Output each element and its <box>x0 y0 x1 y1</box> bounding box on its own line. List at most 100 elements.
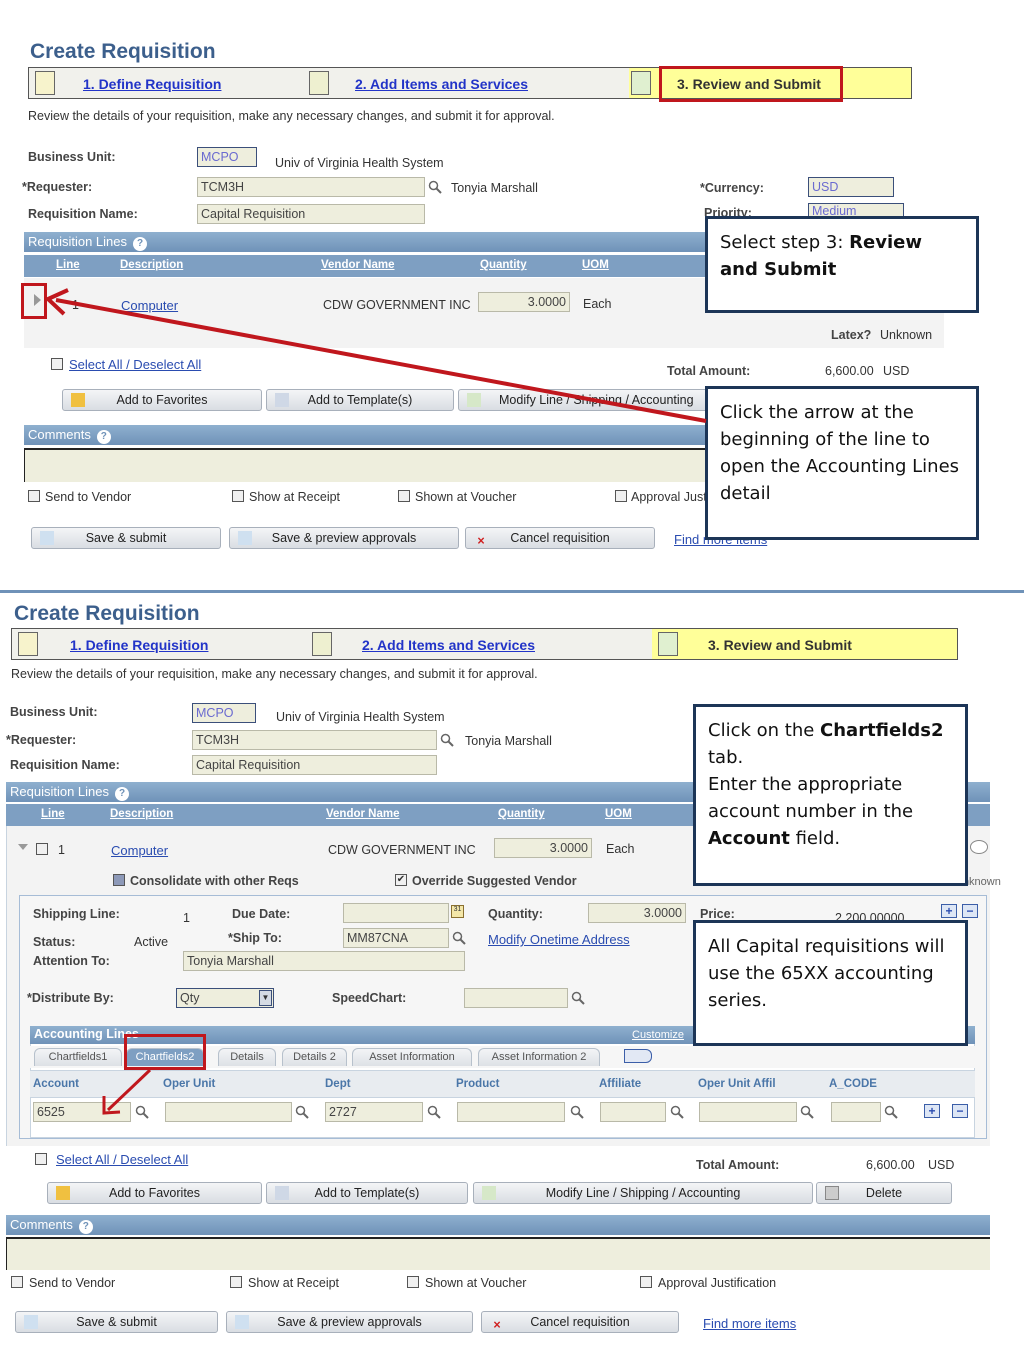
shipping-line-label: Shipping Line: <box>33 907 120 921</box>
tab-asset-information[interactable]: Asset Information <box>352 1048 472 1066</box>
due-date-field[interactable] <box>343 903 449 923</box>
modify-line-button[interactable]: Modify Line / Shipping / Accounting <box>473 1182 813 1204</box>
column-line[interactable]: Line <box>41 808 65 820</box>
customize-link[interactable]: Customize <box>632 1029 684 1041</box>
override-vendor-checkbox[interactable]: ✔ <box>395 874 407 886</box>
total-amount-label: Total Amount: <box>696 1158 780 1172</box>
add-shipping-line-button[interactable]: + <box>941 904 957 918</box>
select-all-checkbox[interactable] <box>35 1153 47 1165</box>
business-unit-description: Univ of Virginia Health System <box>276 710 445 724</box>
save-preview-button[interactable]: Save & preview approvals <box>226 1311 473 1333</box>
cancel-requisition-button[interactable]: × Cancel requisition <box>481 1311 679 1333</box>
select-all-link[interactable]: Select All / Deselect All <box>56 1152 188 1167</box>
calendar-icon[interactable]: 31 <box>451 905 464 918</box>
product-field[interactable] <box>457 1102 565 1122</box>
annotation-arrow <box>102 1068 152 1115</box>
search-icon[interactable] <box>884 1105 898 1119</box>
due-date-label: Due Date: <box>232 907 291 921</box>
approval-justification-label: Approval Justification <box>658 1276 777 1290</box>
ship-to-field[interactable]: MM87CNA <box>343 928 449 948</box>
comments-title: Comments <box>10 1217 73 1232</box>
column-a-code: A_CODE <box>829 1078 877 1090</box>
oper-unit-affil-field[interactable] <box>699 1102 797 1122</box>
step-review-submit[interactable]: 3. Review and Submit <box>708 637 852 653</box>
description-link[interactable]: Computer <box>111 843 168 858</box>
add-to-favorites-button[interactable]: Add to Favorites <box>47 1182 262 1204</box>
comments-header: Comments? <box>6 1215 990 1235</box>
search-icon[interactable] <box>800 1105 814 1119</box>
business-unit-label: Business Unit: <box>10 705 98 719</box>
column-dept: Dept <box>325 1078 351 1090</box>
remove-accounting-line-button[interactable]: − <box>952 1104 968 1118</box>
attention-to-field[interactable]: Tonyia Marshall <box>183 951 465 971</box>
search-icon[interactable] <box>440 733 454 747</box>
define-document-icon <box>18 632 38 656</box>
page-title: Create Requisition <box>14 602 200 625</box>
collapse-arrow-icon[interactable] <box>18 844 28 850</box>
business-unit-field[interactable]: MCPO <box>192 703 256 723</box>
add-to-template-button[interactable]: Add to Template(s) <box>266 1182 468 1204</box>
preview-approvals-icon <box>235 1315 249 1329</box>
search-icon[interactable] <box>570 1105 584 1119</box>
attention-to-label: Attention To: <box>33 954 110 968</box>
save-submit-button[interactable]: Save & submit <box>15 1311 218 1333</box>
requisition-name-field[interactable]: Capital Requisition <box>192 755 437 775</box>
search-icon[interactable] <box>670 1105 684 1119</box>
screen-divider <box>0 590 1024 593</box>
delete-button[interactable]: Delete <box>816 1182 952 1204</box>
send-to-vendor-label: Send to Vendor <box>29 1276 116 1290</box>
show-all-columns-icon[interactable] <box>624 1049 652 1063</box>
template-icon <box>275 1186 289 1200</box>
status-label: Status: <box>33 935 76 949</box>
add-accounting-line-button[interactable]: + <box>924 1104 940 1118</box>
step-add-items[interactable]: 2. Add Items and Services <box>362 637 535 653</box>
line-select-checkbox[interactable] <box>36 843 48 855</box>
shown-at-voucher-checkbox[interactable] <box>407 1276 419 1288</box>
affiliate-field[interactable] <box>600 1102 666 1122</box>
column-vendor-name[interactable]: Vendor Name <box>326 808 400 820</box>
uom-value: Each <box>606 842 635 856</box>
shipping-line-value: 1 <box>183 911 190 925</box>
modify-icon <box>482 1186 496 1200</box>
consolidate-checkbox[interactable] <box>113 874 125 886</box>
show-at-receipt-label: Show at Receipt <box>248 1276 340 1290</box>
search-icon[interactable] <box>571 991 585 1005</box>
requester-field[interactable]: TCM3H <box>192 730 437 750</box>
speedchart-label: SpeedChart: <box>332 991 407 1005</box>
a-code-field[interactable] <box>831 1102 881 1122</box>
find-more-items-link[interactable]: Find more items <box>703 1316 796 1331</box>
search-icon[interactable] <box>452 931 466 945</box>
column-quantity[interactable]: Quantity <box>498 808 545 820</box>
remove-shipping-line-button[interactable]: − <box>962 904 978 918</box>
send-to-vendor-checkbox[interactable] <box>11 1276 23 1288</box>
quantity-field[interactable]: 3.0000 <box>494 838 592 858</box>
help-icon[interactable]: ? <box>78 1220 93 1234</box>
search-icon[interactable] <box>427 1105 441 1119</box>
tab-asset-information-2[interactable]: Asset Information 2 <box>478 1048 600 1066</box>
dept-field[interactable]: 2727 <box>325 1102 423 1122</box>
save-submit-icon <box>24 1315 38 1329</box>
total-currency: USD <box>928 1158 955 1172</box>
price-label: Price: <box>700 907 735 921</box>
column-oper-unit-affil: Oper Unit Affil <box>698 1078 776 1090</box>
shipping-quantity-field[interactable]: 3.0000 <box>588 903 686 923</box>
speedchart-field[interactable] <box>464 988 568 1008</box>
trash-icon <box>825 1186 839 1200</box>
column-uom[interactable]: UOM <box>605 808 632 820</box>
step-define-requisition[interactable]: 1. Define Requisition <box>70 637 208 653</box>
override-vendor-label: Override Suggested Vendor <box>412 874 577 888</box>
column-product: Product <box>456 1078 500 1090</box>
comment-bubble-icon[interactable] <box>970 840 988 854</box>
cancel-x-icon: × <box>493 1318 501 1332</box>
line-number: 1 <box>58 843 65 857</box>
modify-onetime-address-link[interactable]: Modify Onetime Address <box>488 932 630 947</box>
show-at-receipt-checkbox[interactable] <box>230 1276 242 1288</box>
approval-justification-checkbox[interactable] <box>640 1276 652 1288</box>
favorites-icon <box>56 1186 70 1200</box>
total-amount-value: 6,600.00 <box>866 1158 915 1172</box>
column-description[interactable]: Description <box>110 808 173 820</box>
vendor-name: CDW GOVERNMENT INC <box>328 843 476 857</box>
help-icon[interactable]: ? <box>115 787 130 801</box>
requester-label: *Requester: <box>6 733 77 747</box>
comments-textarea[interactable] <box>6 1237 990 1270</box>
